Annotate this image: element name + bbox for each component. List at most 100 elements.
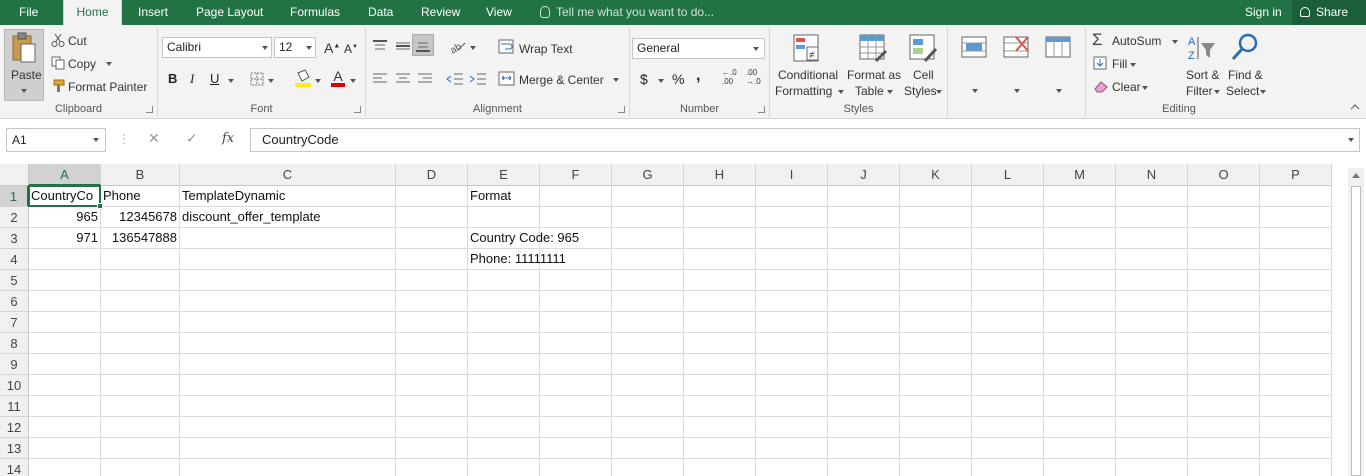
column-header-d[interactable]: D <box>396 164 468 186</box>
row-header-7[interactable]: 7 <box>0 312 29 333</box>
underline-button[interactable]: U <box>210 71 219 86</box>
cell-d14[interactable] <box>396 459 468 476</box>
cell-n3[interactable] <box>1116 228 1188 249</box>
cell-i10[interactable] <box>756 375 828 396</box>
cell-m4[interactable] <box>1044 249 1116 270</box>
cell-f12[interactable] <box>540 417 612 438</box>
cell-n14[interactable] <box>1116 459 1188 476</box>
cell-l2[interactable] <box>972 207 1044 228</box>
expand-formula-bar-icon[interactable] <box>1348 138 1354 142</box>
cell-i7[interactable] <box>756 312 828 333</box>
cell-d13[interactable] <box>396 438 468 459</box>
cell-p7[interactable] <box>1260 312 1332 333</box>
cell-l10[interactable] <box>972 375 1044 396</box>
cell-j4[interactable] <box>828 249 900 270</box>
scroll-up-icon[interactable] <box>1352 173 1360 178</box>
cell-a14[interactable] <box>29 459 101 476</box>
cell-n5[interactable] <box>1116 270 1188 291</box>
cell-i8[interactable] <box>756 333 828 354</box>
decrease-decimal-icon[interactable]: .00 →.0 <box>746 68 761 86</box>
cell-d6[interactable] <box>396 291 468 312</box>
row-header-3[interactable]: 3 <box>0 228 29 249</box>
insert-cells-dropdown-icon[interactable] <box>972 89 978 93</box>
cell-k3[interactable] <box>900 228 972 249</box>
cell-h9[interactable] <box>684 354 756 375</box>
cell-e13[interactable] <box>468 438 540 459</box>
cell-l12[interactable] <box>972 417 1044 438</box>
cell-j5[interactable] <box>828 270 900 291</box>
cell-h11[interactable] <box>684 396 756 417</box>
cell-p4[interactable] <box>1260 249 1332 270</box>
row-header-8[interactable]: 8 <box>0 333 29 354</box>
cell-p5[interactable] <box>1260 270 1332 291</box>
cell-l11[interactable] <box>972 396 1044 417</box>
cell-e10[interactable] <box>468 375 540 396</box>
cell-styles-label-1[interactable]: Cell <box>913 68 934 82</box>
cell-b13[interactable] <box>101 438 180 459</box>
cell-j8[interactable] <box>828 333 900 354</box>
cell-n1[interactable] <box>1116 186 1188 207</box>
font-color-dropdown-icon[interactable] <box>350 79 356 83</box>
fill-color-dropdown-icon[interactable] <box>315 79 321 83</box>
cell-l7[interactable] <box>972 312 1044 333</box>
cell-d8[interactable] <box>396 333 468 354</box>
cell-i14[interactable] <box>756 459 828 476</box>
cell-a7[interactable] <box>29 312 101 333</box>
cell-j1[interactable] <box>828 186 900 207</box>
cell-g8[interactable] <box>612 333 684 354</box>
row-header-4[interactable]: 4 <box>0 249 29 270</box>
cell-l3[interactable] <box>972 228 1044 249</box>
share-button[interactable]: Share <box>1292 0 1366 25</box>
collapse-ribbon-icon[interactable] <box>1350 103 1360 111</box>
cell-f4[interactable] <box>540 249 612 270</box>
cell-b4[interactable] <box>101 249 180 270</box>
sign-in-link[interactable]: Sign in <box>1245 0 1282 25</box>
cell-o12[interactable] <box>1188 417 1260 438</box>
cell-h1[interactable] <box>684 186 756 207</box>
cell-o13[interactable] <box>1188 438 1260 459</box>
cell-f11[interactable] <box>540 396 612 417</box>
cell-c2[interactable]: discount_offer_template <box>180 207 396 228</box>
decrease-indent-icon[interactable] <box>446 72 464 86</box>
cell-e4[interactable]: Phone: 11111111 <box>468 249 566 270</box>
fill-dropdown-icon[interactable] <box>1130 63 1136 67</box>
cell-k10[interactable] <box>900 375 972 396</box>
cell-m9[interactable] <box>1044 354 1116 375</box>
format-as-table-dropdown-icon[interactable] <box>887 90 893 94</box>
cell-styles-dropdown-icon[interactable] <box>936 90 942 94</box>
cell-b2[interactable]: 12345678 <box>101 207 180 228</box>
cell-i1[interactable] <box>756 186 828 207</box>
cell-o10[interactable] <box>1188 375 1260 396</box>
cell-o2[interactable] <box>1188 207 1260 228</box>
find-select-label-1[interactable]: Find & <box>1228 68 1263 82</box>
row-header-13[interactable]: 13 <box>0 438 29 459</box>
format-as-table-label-2[interactable]: Table <box>855 84 884 98</box>
find-select-label-2[interactable]: Select <box>1226 84 1259 98</box>
column-header-c[interactable]: C <box>180 164 396 186</box>
cell-h14[interactable] <box>684 459 756 476</box>
cell-c12[interactable] <box>180 417 396 438</box>
underline-dropdown-icon[interactable] <box>228 79 234 83</box>
cell-n11[interactable] <box>1116 396 1188 417</box>
cell-g12[interactable] <box>612 417 684 438</box>
comma-button[interactable]: , <box>696 67 700 85</box>
borders-dropdown-icon[interactable] <box>268 79 274 83</box>
cell-m2[interactable] <box>1044 207 1116 228</box>
cell-g4[interactable] <box>612 249 684 270</box>
row-header-14[interactable]: 14 <box>0 459 29 476</box>
find-select-dropdown-icon[interactable] <box>1260 90 1266 94</box>
cell-h5[interactable] <box>684 270 756 291</box>
cell-g6[interactable] <box>612 291 684 312</box>
cell-styles-label-2[interactable]: Styles <box>904 84 937 98</box>
tab-file[interactable]: File <box>19 0 38 25</box>
fill-handle[interactable] <box>97 203 103 209</box>
cell-g3[interactable] <box>612 228 684 249</box>
align-left-icon[interactable] <box>372 72 388 86</box>
cell-p2[interactable] <box>1260 207 1332 228</box>
cell-d1[interactable] <box>396 186 468 207</box>
cell-n7[interactable] <box>1116 312 1188 333</box>
align-right-icon[interactable] <box>417 72 433 86</box>
cell-k11[interactable] <box>900 396 972 417</box>
cell-k8[interactable] <box>900 333 972 354</box>
number-launcher-icon[interactable] <box>758 106 765 113</box>
